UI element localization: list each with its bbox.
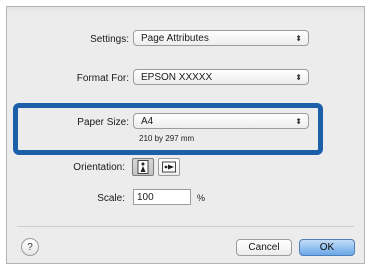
sheet-top-strip (7, 7, 364, 13)
portrait-icon (137, 160, 149, 174)
cancel-button[interactable]: Cancel (236, 239, 292, 256)
popup-arrows-icon: ⬍ (295, 33, 302, 43)
ok-button[interactable]: OK (299, 239, 355, 256)
help-icon: ? (27, 241, 33, 253)
popup-arrows-icon: ⬍ (295, 72, 302, 82)
scale-unit: % (197, 193, 206, 203)
paper-size-highlight-box (13, 103, 323, 155)
orientation-portrait-button[interactable] (132, 158, 154, 176)
divider (17, 226, 354, 227)
scale-input[interactable]: 100 (133, 189, 191, 205)
orientation-landscape-button[interactable] (158, 158, 180, 176)
format-for-value: EPSON XXXXX (141, 71, 213, 83)
page-setup-dialog: Settings: Page Attributes ⬍ Format For: … (6, 6, 365, 264)
settings-label: Settings: (90, 34, 129, 45)
landscape-icon (162, 161, 176, 173)
format-for-popup[interactable]: EPSON XXXXX ⬍ (133, 69, 309, 85)
help-button[interactable]: ? (21, 238, 39, 256)
scale-label: Scale: (97, 193, 125, 204)
settings-popup[interactable]: Page Attributes ⬍ (133, 30, 309, 46)
format-for-label: Format For: (76, 73, 129, 84)
orientation-label: Orientation: (73, 162, 125, 173)
settings-value: Page Attributes (141, 32, 209, 44)
